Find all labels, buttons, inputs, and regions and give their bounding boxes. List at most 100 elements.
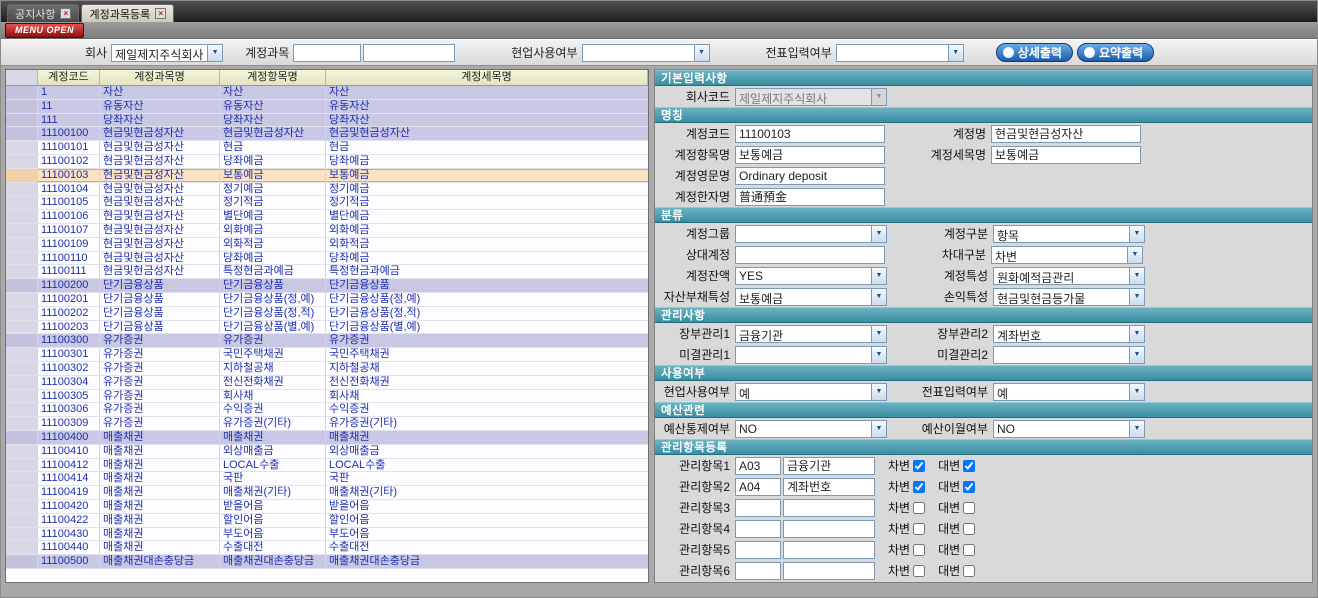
table-row[interactable]: 11100103현금및현금성자산보통예금보통예금	[6, 169, 648, 183]
tab-close-icon[interactable]: ×	[60, 8, 71, 19]
account-code-input[interactable]	[735, 125, 885, 143]
table-row[interactable]: 11100110현금및현금성자산당좌예금당좌예금	[6, 252, 648, 266]
account-division-select[interactable]: 항목 ▼	[993, 225, 1145, 243]
table-row[interactable]: 11100400매출채권매출채권매출채권	[6, 431, 648, 445]
table-row[interactable]: 11100109현금및현금성자산외화적금외화적금	[6, 238, 648, 252]
row-selector[interactable]	[6, 459, 38, 472]
row-selector[interactable]	[6, 403, 38, 416]
table-row[interactable]: 11100104현금및현금성자산정기예금정기예금	[6, 183, 648, 197]
detail-name-input[interactable]	[991, 146, 1141, 164]
credit-checkbox[interactable]	[963, 544, 975, 556]
table-row[interactable]: 11100410매출채권외상매출금외상매출금	[6, 445, 648, 459]
field-use-select[interactable]: 예 ▼	[735, 383, 887, 401]
header-account-code[interactable]: 계정코드	[38, 70, 100, 85]
table-row[interactable]: 11100102현금및현금성자산당좌예금당좌예금	[6, 155, 648, 169]
hanja-name-input[interactable]	[735, 188, 885, 206]
table-row[interactable]: 11100111현금및현금성자산특정현금과예금특정현금과예금	[6, 265, 648, 279]
table-row[interactable]: 11100302유가증권지하철공채지하철공채	[6, 362, 648, 376]
row-selector[interactable]	[6, 100, 38, 113]
header-detail-name[interactable]: 계정세목명	[326, 70, 648, 85]
account-balance-select[interactable]: YES ▼	[735, 267, 887, 285]
row-selector[interactable]	[6, 376, 38, 389]
table-row[interactable]: 11100430매출채권부도어음부도어음	[6, 528, 648, 542]
debit-credit-select[interactable]: 차변 ▼	[991, 246, 1143, 264]
account-name-input[interactable]	[991, 125, 1141, 143]
row-selector[interactable]	[6, 114, 38, 127]
mgmt-item-name-input[interactable]	[783, 478, 875, 496]
row-selector[interactable]	[6, 265, 38, 278]
item-name-input[interactable]	[735, 146, 885, 164]
row-selector[interactable]	[6, 210, 38, 223]
ledger-mgmt2-select[interactable]: 계좌번호 ▼	[993, 325, 1145, 343]
table-row[interactable]: 111당좌자산당좌자산당좌자산	[6, 114, 648, 128]
table-row[interactable]: 11100500매출채권대손충당금매출채권대손충당금매출채권대손충당금	[6, 555, 648, 569]
table-row[interactable]: 11100304유가증권전신전화채권전신전화채권	[6, 376, 648, 390]
table-row[interactable]: 11100301유가증권국민주택채권국민주택채권	[6, 348, 648, 362]
row-selector[interactable]	[6, 279, 38, 292]
mgmt-item-code-input[interactable]	[735, 520, 781, 538]
row-selector[interactable]	[6, 127, 38, 140]
row-selector[interactable]	[6, 348, 38, 361]
mgmt-item-name-input[interactable]	[783, 562, 875, 580]
row-selector[interactable]	[6, 334, 38, 347]
credit-checkbox[interactable]	[963, 565, 975, 577]
table-row[interactable]: 11100306유가증권수익증권수익증권	[6, 403, 648, 417]
row-selector[interactable]	[6, 417, 38, 430]
row-selector[interactable]	[6, 183, 38, 196]
row-selector[interactable]	[6, 431, 38, 444]
mgmt-item-code-input[interactable]	[735, 541, 781, 559]
row-selector[interactable]	[6, 541, 38, 554]
table-row[interactable]: 11100419매출채권매출채권(기타)매출채권(기타)	[6, 486, 648, 500]
row-selector[interactable]	[6, 486, 38, 499]
table-row[interactable]: 11100107현금및현금성자산외화예금외화예금	[6, 224, 648, 238]
credit-checkbox[interactable]	[963, 502, 975, 514]
budget-control-select[interactable]: NO ▼	[735, 420, 887, 438]
table-row[interactable]: 11100412매출채권LOCAL수출LOCAL수출	[6, 459, 648, 473]
debit-checkbox[interactable]	[913, 544, 925, 556]
debit-checkbox[interactable]	[913, 523, 925, 535]
table-row[interactable]: 11100300유가증권유가증권유가증권	[6, 334, 648, 348]
mgmt-item-name-input[interactable]	[783, 520, 875, 538]
english-name-input[interactable]	[735, 167, 885, 185]
debit-checkbox[interactable]	[913, 481, 925, 493]
debit-checkbox[interactable]	[913, 502, 925, 514]
slip-entry-select[interactable]: 예 ▼	[993, 383, 1145, 401]
row-selector[interactable]	[6, 86, 38, 99]
menu-open-button[interactable]: MENU OPEN	[5, 23, 84, 38]
row-selector[interactable]	[6, 500, 38, 513]
mgmt-item-code-input[interactable]	[735, 457, 781, 475]
row-selector[interactable]	[6, 445, 38, 458]
detail-print-button[interactable]: 상세출력	[996, 43, 1073, 62]
row-selector[interactable]	[6, 155, 38, 168]
row-selector[interactable]	[6, 555, 38, 568]
table-row[interactable]: 11100101현금및현금성자산현금현금	[6, 141, 648, 155]
contra-account-input[interactable]	[735, 246, 885, 264]
company-select[interactable]: 제일제지주식회사 ▼	[111, 44, 223, 62]
header-subject-name[interactable]: 계정과목명	[100, 70, 220, 85]
row-selector[interactable]	[6, 169, 38, 182]
mgmt-item-code-input[interactable]	[735, 562, 781, 580]
field-use-filter-select[interactable]: ▼	[582, 44, 710, 62]
account-trait-select[interactable]: 원화예적금관리 ▼	[993, 267, 1145, 285]
credit-checkbox[interactable]	[963, 523, 975, 535]
table-row[interactable]: 11100305유가증권회사채회사채	[6, 390, 648, 404]
mgmt-item-code-input[interactable]	[735, 499, 781, 517]
table-row[interactable]: 11100100현금및현금성자산현금및현금성자산현금및현금성자산	[6, 127, 648, 141]
row-selector[interactable]	[6, 390, 38, 403]
credit-checkbox[interactable]	[963, 481, 975, 493]
slip-entry-filter-select[interactable]: ▼	[836, 44, 964, 62]
table-row[interactable]: 11100203단기금융상품단기금융상품(별,예)단기금융상품(별,예)	[6, 321, 648, 335]
table-row[interactable]: 11100105현금및현금성자산정기적금정기적금	[6, 196, 648, 210]
table-row[interactable]: 11유동자산유동자산유동자산	[6, 100, 648, 114]
table-row[interactable]: 11100200단기금융상품단기금융상품단기금융상품	[6, 279, 648, 293]
table-row[interactable]: 1자산자산자산	[6, 86, 648, 100]
summary-print-button[interactable]: 요약출력	[1077, 43, 1154, 62]
row-selector[interactable]	[6, 224, 38, 237]
row-selector[interactable]	[6, 141, 38, 154]
row-selector[interactable]	[6, 362, 38, 375]
account-name-filter-input[interactable]	[363, 44, 455, 62]
table-row[interactable]: 11100201단기금융상품단기금융상품(정,예)단기금융상품(정,예)	[6, 293, 648, 307]
table-row[interactable]: 11100309유가증권유가증권(기타)유가증권(기타)	[6, 417, 648, 431]
row-selector[interactable]	[6, 238, 38, 251]
row-selector[interactable]	[6, 321, 38, 334]
